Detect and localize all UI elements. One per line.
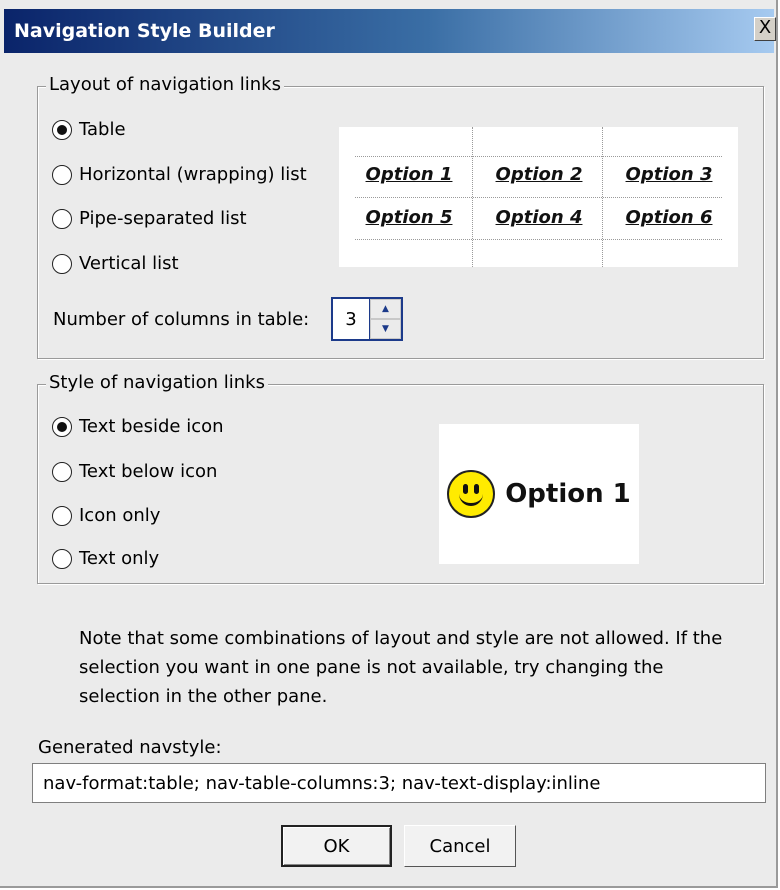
preview-link: Option 6	[625, 206, 713, 228]
style-option-text-below-icon[interactable]: Text below icon	[52, 461, 217, 482]
layout-group-legend: Layout of navigation links	[46, 74, 284, 95]
radio-selected-icon[interactable]	[52, 119, 72, 140]
preview-link: Option 3	[625, 163, 713, 185]
preview-link: Option 2	[495, 163, 583, 185]
spinner-up-icon[interactable]: ▲	[370, 299, 401, 319]
style-option-label: Icon only	[79, 505, 161, 526]
layout-option-label: Pipe-separated list	[79, 208, 247, 229]
style-preview-label: Option 1	[505, 479, 631, 509]
style-option-label: Text only	[79, 548, 160, 569]
preview-link: Option 1	[365, 163, 453, 185]
layout-option-pipe-list[interactable]: Pipe-separated list	[52, 208, 247, 229]
style-option-text-only[interactable]: Text only	[52, 548, 159, 569]
close-button[interactable]: X	[754, 17, 776, 41]
style-option-label: Text beside icon	[79, 416, 224, 437]
layout-option-horizontal-list[interactable]: Horizontal (wrapping) list	[52, 164, 307, 185]
generated-navstyle-label: Generated navstyle:	[38, 737, 222, 758]
smiley-icon	[447, 470, 496, 518]
columns-label: Number of columns in table:	[53, 309, 310, 330]
radio-icon[interactable]	[52, 461, 72, 482]
layout-option-table[interactable]: Table	[52, 119, 126, 140]
radio-icon[interactable]	[52, 253, 72, 274]
dialog-title: Navigation Style Builder	[14, 20, 275, 42]
cancel-button[interactable]: Cancel	[404, 825, 516, 867]
compatibility-note: Note that some combinations of layout an…	[79, 628, 723, 707]
style-option-icon-only[interactable]: Icon only	[52, 505, 160, 526]
spinner-buttons: ▲ ▼	[369, 299, 401, 339]
layout-option-label: Horizontal (wrapping) list	[79, 164, 307, 185]
navigation-style-builder-dialog: Navigation Style Builder X Layout of nav…	[0, 0, 778, 888]
grid-line	[355, 239, 722, 240]
columns-value[interactable]: 3	[333, 299, 369, 339]
radio-selected-icon[interactable]	[52, 416, 72, 437]
ok-button[interactable]: OK	[281, 825, 392, 867]
radio-icon[interactable]	[52, 208, 72, 229]
layout-preview: Option 1 Option 2 Option 3 Option 5 Opti…	[339, 127, 738, 267]
style-option-text-beside-icon[interactable]: Text beside icon	[52, 416, 224, 437]
radio-icon[interactable]	[52, 505, 72, 526]
radio-icon[interactable]	[52, 164, 72, 185]
layout-option-label: Table	[79, 119, 126, 140]
preview-link: Option 5	[365, 206, 453, 228]
radio-icon[interactable]	[52, 548, 72, 569]
style-preview: Option 1	[439, 424, 639, 564]
preview-link: Option 4	[495, 206, 583, 228]
layout-option-vertical-list[interactable]: Vertical list	[52, 253, 179, 274]
spinner-down-icon[interactable]: ▼	[370, 319, 401, 339]
style-option-label: Text below icon	[79, 461, 218, 482]
title-bar: Navigation Style Builder	[4, 9, 774, 53]
columns-spinner[interactable]: 3 ▲ ▼	[331, 297, 403, 341]
style-group-legend: Style of navigation links	[46, 372, 268, 393]
layout-option-label: Vertical list	[79, 253, 179, 274]
generated-navstyle-field[interactable]	[32, 763, 766, 803]
